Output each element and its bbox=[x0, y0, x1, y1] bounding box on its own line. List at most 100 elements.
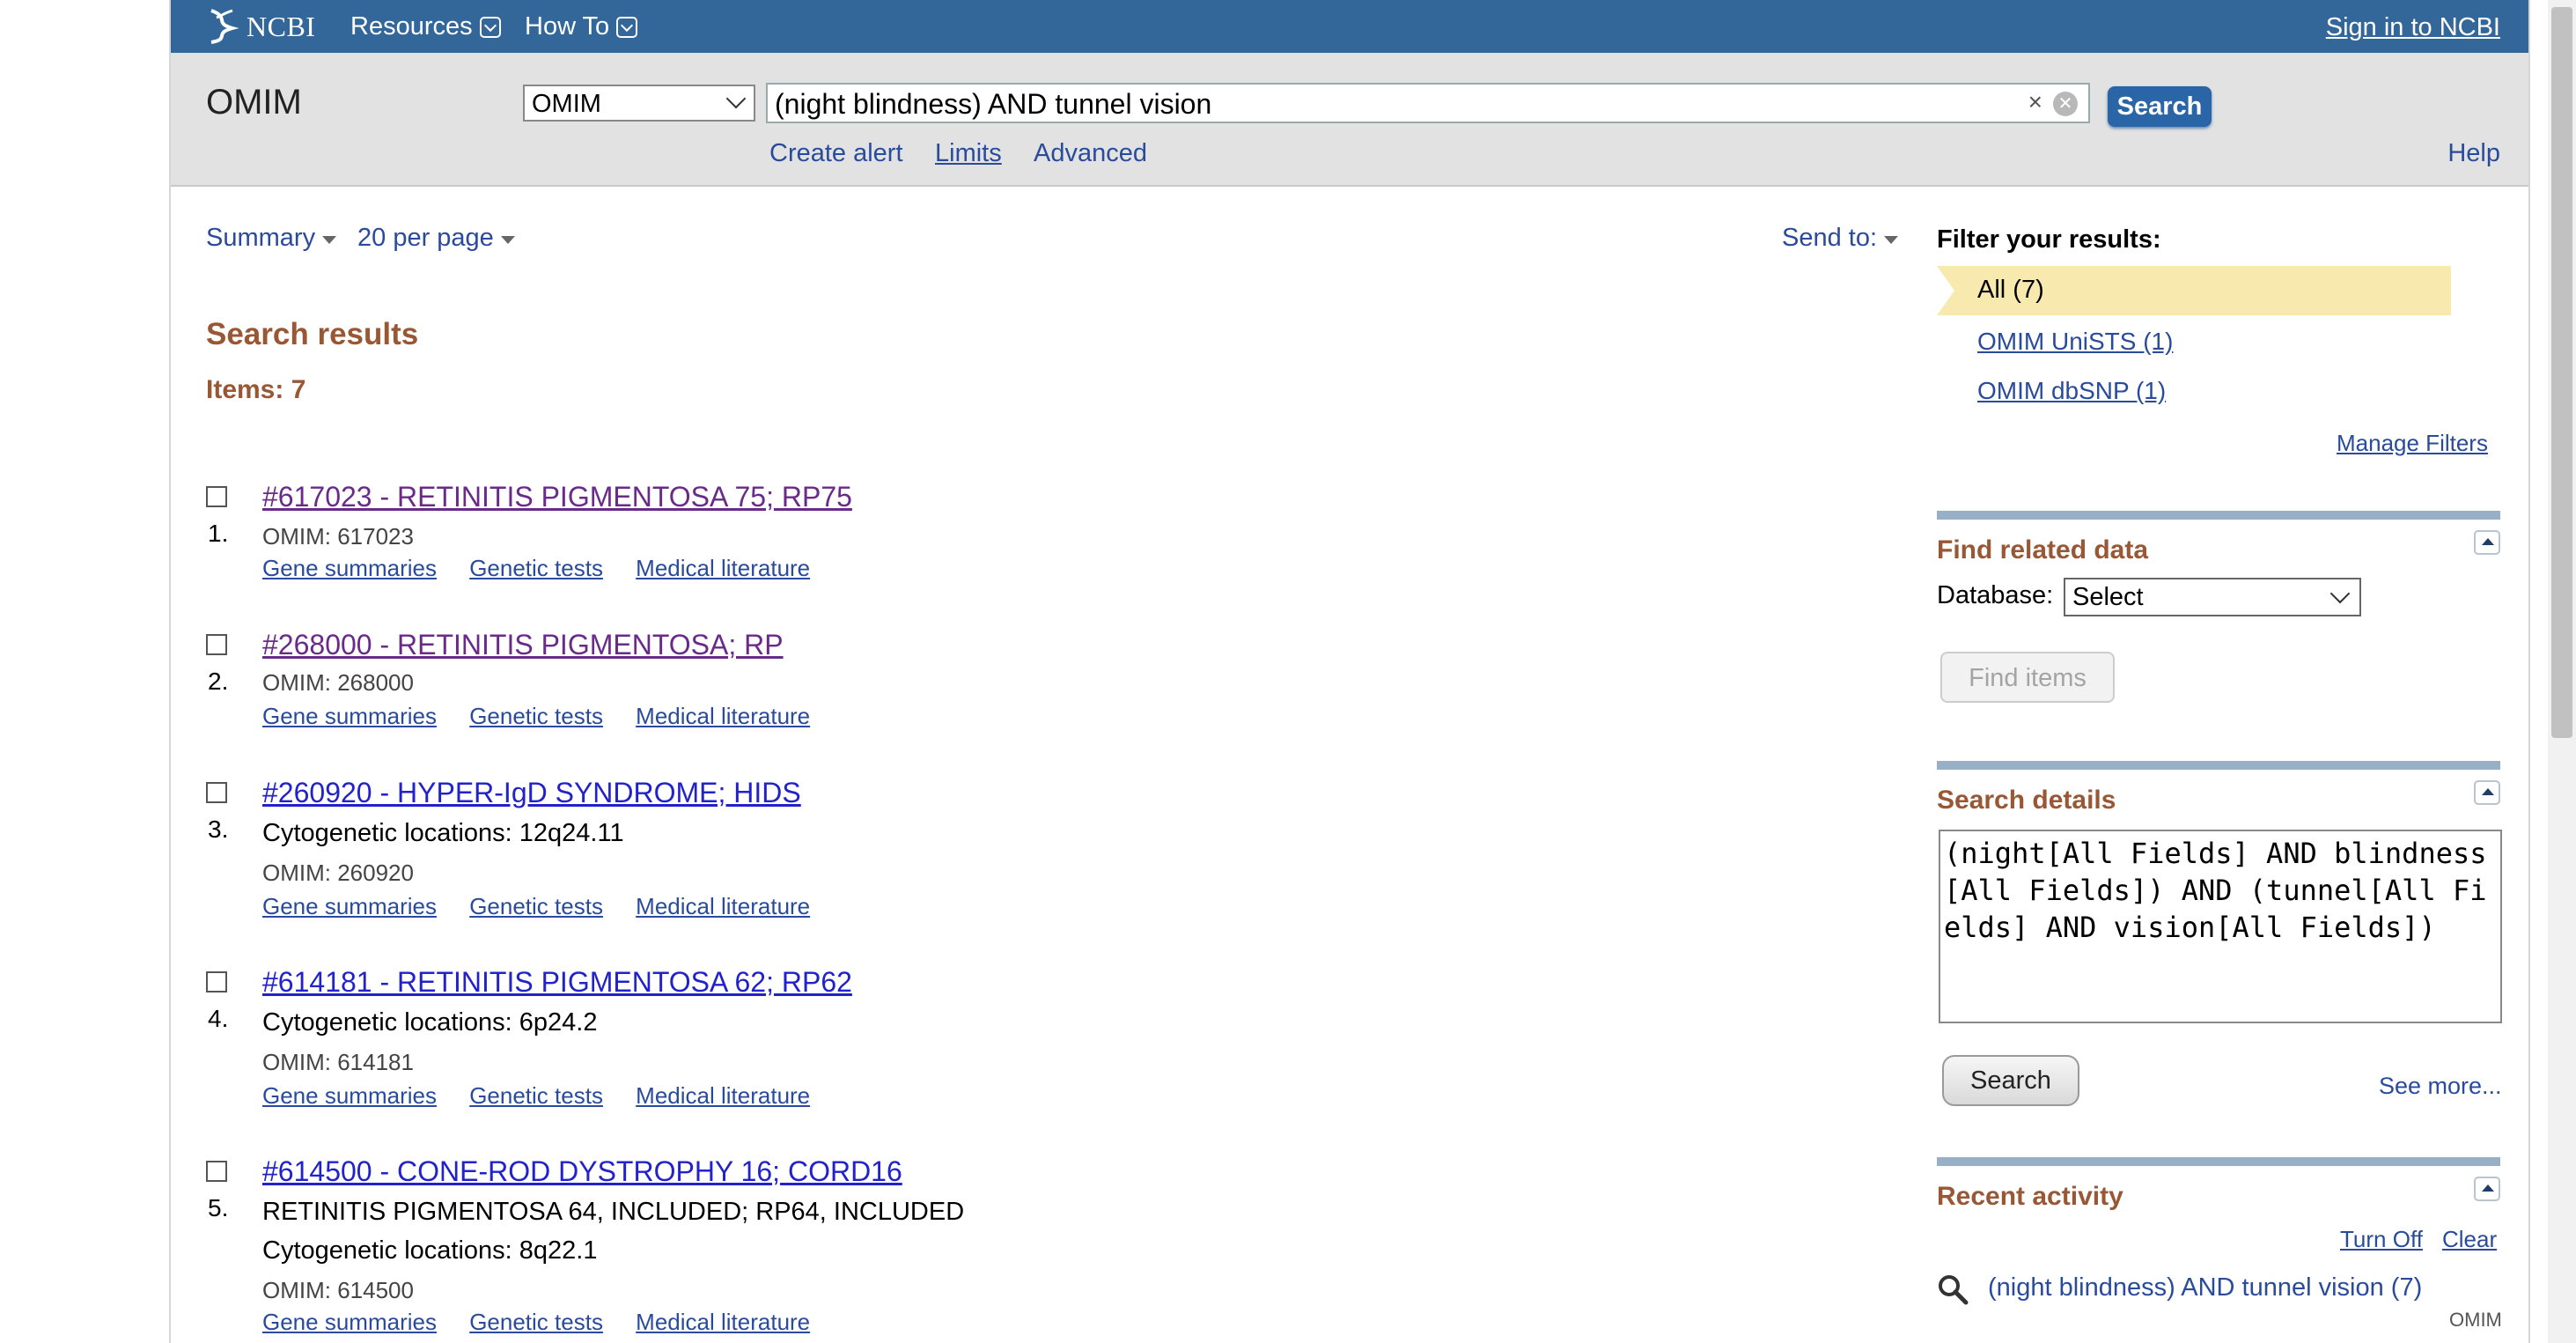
result-number: 3. bbox=[208, 815, 229, 843]
result-title-link[interactable]: #260920 - HYPER-IgD SYNDROME; HIDS bbox=[262, 777, 801, 809]
caret-down-icon bbox=[1884, 236, 1899, 244]
included-entry: RETINITIS PIGMENTOSA 64, INCLUDED; RP64,… bbox=[262, 1198, 965, 1226]
result-links: Gene summaries Genetic tests Medical lit… bbox=[262, 555, 836, 582]
summary-format-menu[interactable]: Summary bbox=[206, 224, 337, 253]
medical-literature-link[interactable]: Medical literature bbox=[636, 555, 810, 581]
search-details-title: Search details bbox=[1937, 786, 2116, 815]
results-title: Search results bbox=[206, 317, 419, 351]
find-related-title: Find related data bbox=[1937, 535, 2149, 565]
filter-unists-link[interactable]: OMIM UniSTS (1) bbox=[1977, 328, 2173, 356]
result-title-link[interactable]: #268000 - RETINITIS PIGMENTOSA; RP bbox=[262, 629, 784, 661]
page: NCBI Resources How To Sign in to NCBI OM… bbox=[169, 0, 2530, 1343]
create-alert-link[interactable]: Create alert bbox=[769, 139, 903, 168]
result-checkbox[interactable] bbox=[206, 486, 227, 507]
items-count: Items: 7 bbox=[206, 375, 306, 404]
turn-off-link[interactable]: Turn Off bbox=[2340, 1226, 2423, 1253]
search-button[interactable]: Search bbox=[2108, 86, 2212, 127]
limits-link[interactable]: Limits bbox=[935, 139, 1002, 168]
medical-literature-link[interactable]: Medical literature bbox=[636, 1082, 810, 1109]
howto-menu[interactable]: How To bbox=[525, 12, 638, 41]
database-name: OMIM bbox=[206, 83, 302, 122]
recent-search-link[interactable]: (night blindness) AND tunnel vision (7) bbox=[1988, 1273, 2422, 1302]
clear-icon[interactable]: × bbox=[2028, 88, 2042, 116]
clear-circle-icon[interactable]: ✕ bbox=[2053, 92, 2078, 116]
caret-down-icon bbox=[500, 236, 515, 244]
gene-summaries-link[interactable]: Gene summaries bbox=[262, 703, 437, 729]
result-title-link[interactable]: #614500 - CONE-ROD DYSTROPHY 16; CORD16 bbox=[262, 1155, 902, 1188]
result-number: 5. bbox=[208, 1194, 229, 1221]
recent-search-db: OMIM bbox=[2449, 1309, 2502, 1331]
ncbi-logo-text: NCBI bbox=[247, 10, 316, 42]
result-links: Gene summaries Genetic tests Medical lit… bbox=[262, 1309, 836, 1336]
resources-menu[interactable]: Resources bbox=[350, 12, 501, 41]
chevron-down-icon bbox=[2329, 583, 2351, 604]
result-checkbox[interactable] bbox=[206, 782, 227, 803]
result-number: 1. bbox=[208, 520, 229, 547]
cytogenetic-location: Cytogenetic locations: 12q24.11 bbox=[262, 819, 624, 847]
gene-summaries-link[interactable]: Gene summaries bbox=[262, 1309, 437, 1335]
portlet-divider bbox=[1937, 511, 2500, 520]
per-page-menu[interactable]: 20 per page bbox=[357, 224, 515, 253]
gene-summaries-link[interactable]: Gene summaries bbox=[262, 555, 437, 581]
related-database-value: Select bbox=[2072, 583, 2144, 611]
chevron-down-icon bbox=[616, 16, 638, 38]
result-number: 2. bbox=[208, 668, 229, 695]
collapse-icon[interactable] bbox=[2474, 1177, 2500, 1201]
cytogenetic-location: Cytogenetic locations: 8q22.1 bbox=[262, 1236, 598, 1265]
genetic-tests-link[interactable]: Genetic tests bbox=[469, 703, 603, 729]
summary-label: Summary bbox=[206, 224, 316, 252]
filter-all-tab[interactable]: All (7) bbox=[1937, 266, 2451, 315]
medical-literature-link[interactable]: Medical literature bbox=[636, 893, 810, 919]
result-omim-id: OMIM: 614500 bbox=[262, 1277, 414, 1303]
filter-dbsnp-link[interactable]: OMIM dbSNP (1) bbox=[1977, 377, 2166, 405]
genetic-tests-link[interactable]: Genetic tests bbox=[469, 555, 603, 581]
find-items-button[interactable]: Find items bbox=[1940, 652, 2115, 703]
collapse-icon[interactable] bbox=[2474, 780, 2500, 805]
per-page-label: 20 per page bbox=[357, 224, 494, 252]
filter-all-label: All (7) bbox=[1977, 276, 2044, 304]
portlet-divider bbox=[1937, 761, 2500, 770]
result-links: Gene summaries Genetic tests Medical lit… bbox=[262, 703, 836, 730]
genetic-tests-link[interactable]: Genetic tests bbox=[469, 1309, 603, 1335]
gene-summaries-link[interactable]: Gene summaries bbox=[262, 1082, 437, 1109]
chevron-down-icon bbox=[725, 88, 747, 109]
search-header: OMIM OMIM (night blindness) AND tunnel v… bbox=[171, 53, 2528, 187]
result-title-link[interactable]: #617023 - RETINITIS PIGMENTOSA 75; RP75 bbox=[262, 481, 852, 513]
result-checkbox[interactable] bbox=[206, 971, 227, 992]
advanced-link[interactable]: Advanced bbox=[1034, 139, 1147, 168]
scrollbar-thumb[interactable] bbox=[2551, 7, 2572, 738]
genetic-tests-link[interactable]: Genetic tests bbox=[469, 893, 603, 919]
database-select-value: OMIM bbox=[532, 90, 601, 118]
help-link[interactable]: Help bbox=[2447, 139, 2500, 168]
clear-link[interactable]: Clear bbox=[2442, 1226, 2497, 1253]
send-to-label: Send to: bbox=[1782, 224, 1878, 252]
ncbi-logo[interactable]: NCBI bbox=[204, 7, 315, 46]
result-checkbox[interactable] bbox=[206, 634, 227, 655]
cytogenetic-location: Cytogenetic locations: 6p24.2 bbox=[262, 1008, 598, 1037]
details-search-button[interactable]: Search bbox=[1942, 1055, 2079, 1106]
search-icon bbox=[1939, 1275, 1969, 1305]
manage-filters-link[interactable]: Manage Filters bbox=[2337, 430, 2488, 457]
signin-link[interactable]: Sign in to NCBI bbox=[2326, 13, 2500, 42]
filter-heading: Filter your results: bbox=[1937, 225, 2161, 254]
send-to-menu[interactable]: Send to: bbox=[1782, 224, 1899, 253]
medical-literature-link[interactable]: Medical literature bbox=[636, 703, 810, 729]
result-title-link[interactable]: #614181 - RETINITIS PIGMENTOSA 62; RP62 bbox=[262, 966, 852, 999]
related-database-select[interactable]: Select bbox=[2064, 578, 2361, 616]
collapse-icon[interactable] bbox=[2474, 530, 2500, 555]
medical-literature-link[interactable]: Medical literature bbox=[636, 1309, 810, 1335]
genetic-tests-link[interactable]: Genetic tests bbox=[469, 1082, 603, 1109]
search-input[interactable]: (night blindness) AND tunnel vision × ✕ bbox=[766, 83, 2090, 123]
search-input-value: (night blindness) AND tunnel vision bbox=[775, 88, 1212, 120]
page-scrollbar[interactable] bbox=[2548, 0, 2576, 1343]
resources-menu-label: Resources bbox=[350, 12, 473, 41]
result-number: 4. bbox=[208, 1005, 229, 1032]
gene-summaries-link[interactable]: Gene summaries bbox=[262, 893, 437, 919]
database-select[interactable]: OMIM bbox=[523, 85, 755, 122]
result-links: Gene summaries Genetic tests Medical lit… bbox=[262, 1082, 836, 1110]
caret-down-icon bbox=[322, 236, 337, 244]
see-more-link[interactable]: See more... bbox=[2379, 1073, 2502, 1100]
search-details-textarea[interactable]: (night[All Fields] AND blindness[All Fie… bbox=[1939, 830, 2502, 1023]
result-checkbox[interactable] bbox=[206, 1161, 227, 1182]
result-links: Gene summaries Genetic tests Medical lit… bbox=[262, 893, 836, 920]
